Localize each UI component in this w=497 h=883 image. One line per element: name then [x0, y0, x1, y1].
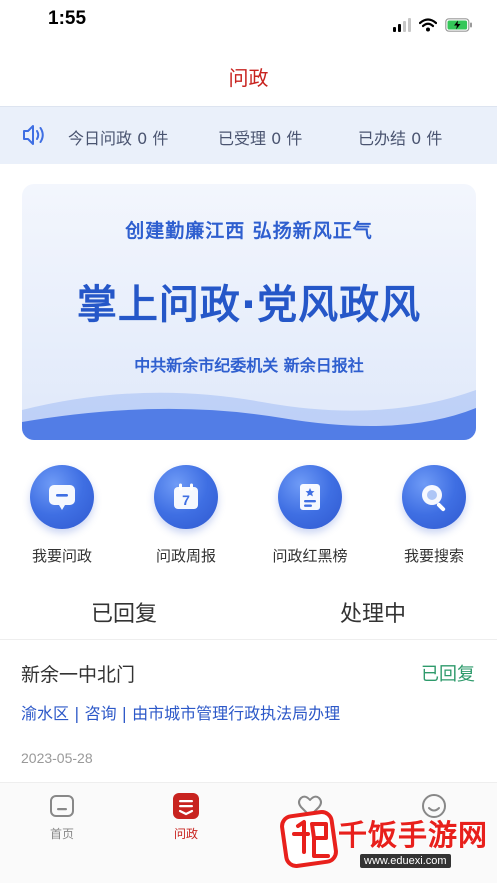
quick-action-label: 我要搜索 [403, 547, 464, 565]
inquiry-tags: 渝水区 | 咨询 | 由市城市管理行政执法局办理 [21, 704, 341, 723]
tabbar-label: 首页 [49, 827, 74, 841]
quick-action-weekly[interactable]: 7 问政周报 [124, 465, 248, 566]
page-title: 问政 [228, 66, 269, 90]
stat-completed: 已办结 0 件 [358, 129, 443, 148]
message-icon [30, 465, 94, 529]
quick-action-label: 问政周报 [155, 547, 216, 565]
status-badge: 已回复 [421, 664, 475, 685]
status-bar: 1:55 [0, 0, 497, 44]
quick-action-label: 我要问政 [31, 547, 92, 565]
inquiry-date: 2023-05-28 [21, 750, 93, 766]
tabbar-inquiry[interactable]: 问政 [124, 791, 248, 842]
list-item[interactable]: 新余一中北门 已回复 渝水区 | 咨询 | 由市城市管理行政执法局办理 2023… [0, 640, 497, 782]
quick-action-ask[interactable]: 我要问政 [0, 465, 124, 566]
promo-banner[interactable]: 创建勤廉江西 弘扬新风正气 掌上问政·党风政风 中共新余市纪委机关 新余日报社 [22, 184, 476, 440]
tab-processing[interactable]: 处理中 [249, 596, 497, 628]
search-icon [402, 465, 466, 529]
watermark-brand: 千饭手游网 [338, 818, 489, 852]
stats-bar: 今日问政 0 件 已受理 0 件 已办结 0 件 [0, 106, 497, 164]
tabbar-home[interactable]: 首页 [0, 791, 124, 842]
banner-slogan: 创建勤廉江西 弘扬新风正气 [125, 220, 373, 242]
calendar-day: 7 [182, 492, 190, 508]
banner-organizers: 中共新余市纪委机关 新余日报社 [134, 356, 364, 375]
banner-wave-decoration [22, 390, 476, 440]
reply-tabs: 已回复 处理中 [0, 596, 497, 640]
quick-action-ranking[interactable]: 问政红黑榜 [248, 465, 372, 566]
battery-charging-icon [445, 18, 472, 32]
inquiry-title: 新余一中北门 [21, 664, 136, 686]
watermark-url: www.eduexi.com [360, 854, 451, 868]
status-icons [393, 18, 473, 32]
status-time: 1:55 [48, 8, 87, 29]
tab-replied[interactable]: 已回复 [0, 596, 248, 628]
calendar-icon: 7 [154, 465, 218, 529]
wifi-icon [419, 18, 437, 32]
banner-headline: 掌上问政·党风政风 [76, 282, 422, 328]
home-icon [47, 791, 77, 821]
site-watermark: 千饭手游网 www.eduexi.com [280, 808, 490, 880]
stat-today: 今日问政 0 件 [68, 129, 169, 148]
tabbar-label: 问政 [173, 827, 198, 841]
speaker-icon [23, 125, 44, 145]
quick-actions: 我要问政 7 问政周报 问政红黑榜 我要搜索 [0, 465, 497, 575]
watermark-logo-icon [280, 810, 338, 868]
quick-action-search[interactable]: 我要搜索 [372, 465, 496, 566]
stat-accepted: 已受理 0 件 [218, 129, 303, 148]
inquiry-icon [171, 791, 201, 821]
cellular-signal-icon [393, 18, 411, 32]
quick-action-label: 问政红黑榜 [272, 547, 348, 565]
ranking-board-icon [278, 465, 342, 529]
